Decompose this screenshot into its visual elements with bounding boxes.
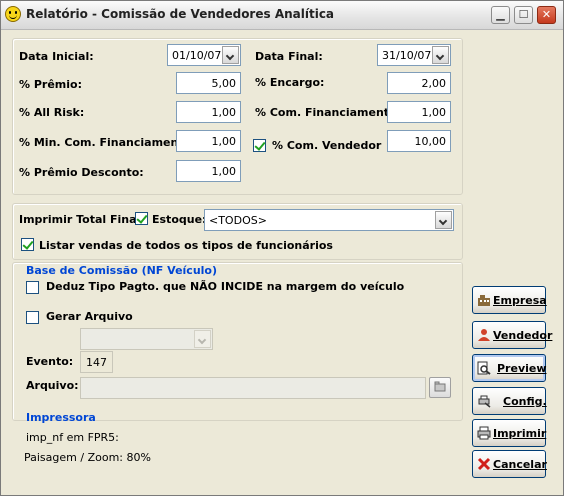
cancelar-label: Cancelar xyxy=(493,458,547,471)
person-icon xyxy=(478,329,490,341)
com-financiamento-input[interactable]: 1,00 xyxy=(387,101,451,123)
arquivo-format-select[interactable] xyxy=(80,328,213,350)
cancel-x-icon xyxy=(477,457,491,471)
min-com-financiamento-input[interactable]: 1,00 xyxy=(176,130,241,152)
premio-label: % Prêmio: xyxy=(19,78,82,91)
building-icon xyxy=(478,295,490,306)
min-com-financiamento-label: % Min. Com. Financiamento: xyxy=(19,136,196,149)
evento-label: Evento: xyxy=(26,355,74,368)
start-date-label: Data Inicial: xyxy=(19,50,94,63)
maximize-icon: ☐ xyxy=(518,8,529,21)
smiley-icon xyxy=(5,6,21,22)
impressora-title: Impressora xyxy=(26,411,96,424)
premio-input[interactable]: 5,00 xyxy=(176,72,241,94)
maximize-button[interactable]: ☐ xyxy=(514,6,533,24)
encargo-input[interactable]: 2,00 xyxy=(387,72,451,94)
gerar-arquivo-label: Gerar Arquivo xyxy=(46,310,133,323)
magnifier-icon xyxy=(477,361,491,375)
estoque-checkbox[interactable] xyxy=(135,212,148,225)
printer-line-2: Paisagem / Zoom: 80% xyxy=(24,451,151,464)
start-date-value: 01/10/07 xyxy=(172,49,222,62)
allrisk-label: % All Risk: xyxy=(19,106,85,119)
deduz-checkbox[interactable] xyxy=(26,281,39,294)
listar-label: Listar vendas de todos os tipos de funci… xyxy=(39,239,333,252)
com-vendedor-input[interactable]: 10,00 xyxy=(387,130,451,152)
cancelar-button[interactable]: Cancelar xyxy=(472,450,547,478)
arquivo-path-input[interactable] xyxy=(80,377,426,399)
browse-button[interactable] xyxy=(429,377,451,398)
vendedor-button[interactable]: Vendedor xyxy=(472,321,552,349)
printer-config-icon xyxy=(478,395,491,408)
folder-browse-icon xyxy=(434,381,446,392)
com-vendedor-label: % Com. Vendedor xyxy=(272,139,382,152)
chevron-down-icon[interactable] xyxy=(194,330,211,348)
imprimir-label: Imprimir xyxy=(493,427,547,440)
empresa-button[interactable]: Empresa xyxy=(472,286,547,314)
chevron-down-icon[interactable] xyxy=(222,46,239,64)
premio-desconto-label: % Prêmio Desconto: xyxy=(19,166,144,179)
end-date-value: 31/10/07 xyxy=(382,49,432,62)
base-comissao-title: Base de Comissão (NF Veículo) xyxy=(26,264,218,277)
com-vendedor-checkbox[interactable] xyxy=(253,139,266,152)
window-title: Relatório - Comissão de Vendedores Analí… xyxy=(26,7,335,21)
evento-value: 147 xyxy=(80,351,113,373)
listar-checkbox[interactable] xyxy=(21,238,34,251)
arquivo-label: Arquivo: xyxy=(26,379,79,392)
preview-button[interactable]: Preview xyxy=(472,354,547,382)
close-button[interactable]: ✕ xyxy=(537,6,556,24)
estoque-label: Estoque: xyxy=(152,213,207,226)
printer-line-1: imp_nf em FPR5: xyxy=(26,431,119,444)
start-date-picker[interactable]: 01/10/07 xyxy=(167,44,241,66)
printer-icon xyxy=(477,426,491,440)
allrisk-input[interactable]: 1,00 xyxy=(176,101,241,123)
preview-label: Preview xyxy=(497,362,547,375)
minimize-button[interactable]: ▁ xyxy=(491,6,510,24)
com-financiamento-label: % Com. Financiamento: xyxy=(255,106,402,119)
chevron-down-icon[interactable] xyxy=(432,46,449,64)
chevron-down-icon[interactable] xyxy=(435,211,452,229)
estoque-select[interactable]: <TODOS> xyxy=(204,209,454,231)
premio-desconto-input[interactable]: 1,00 xyxy=(176,160,241,182)
empresa-label: Empresa xyxy=(493,294,547,307)
encargo-label: % Encargo: xyxy=(255,76,325,89)
gerar-arquivo-checkbox[interactable] xyxy=(26,311,39,324)
config-label: Config. xyxy=(503,395,547,408)
imprimir-button[interactable]: Imprimir xyxy=(472,419,546,447)
estoque-value: <TODOS> xyxy=(209,214,267,227)
end-date-picker[interactable]: 31/10/07 xyxy=(377,44,451,66)
vendedor-label: Vendedor xyxy=(493,329,553,342)
imprimir-total-label: Imprimir Total Final xyxy=(19,213,141,226)
deduz-label: Deduz Tipo Pagto. que NÃO INCIDE na marg… xyxy=(46,280,405,293)
end-date-label: Data Final: xyxy=(255,50,323,63)
close-icon: ✕ xyxy=(541,8,552,21)
minimize-icon: ▁ xyxy=(496,8,505,21)
config-button[interactable]: Config. xyxy=(472,387,547,415)
